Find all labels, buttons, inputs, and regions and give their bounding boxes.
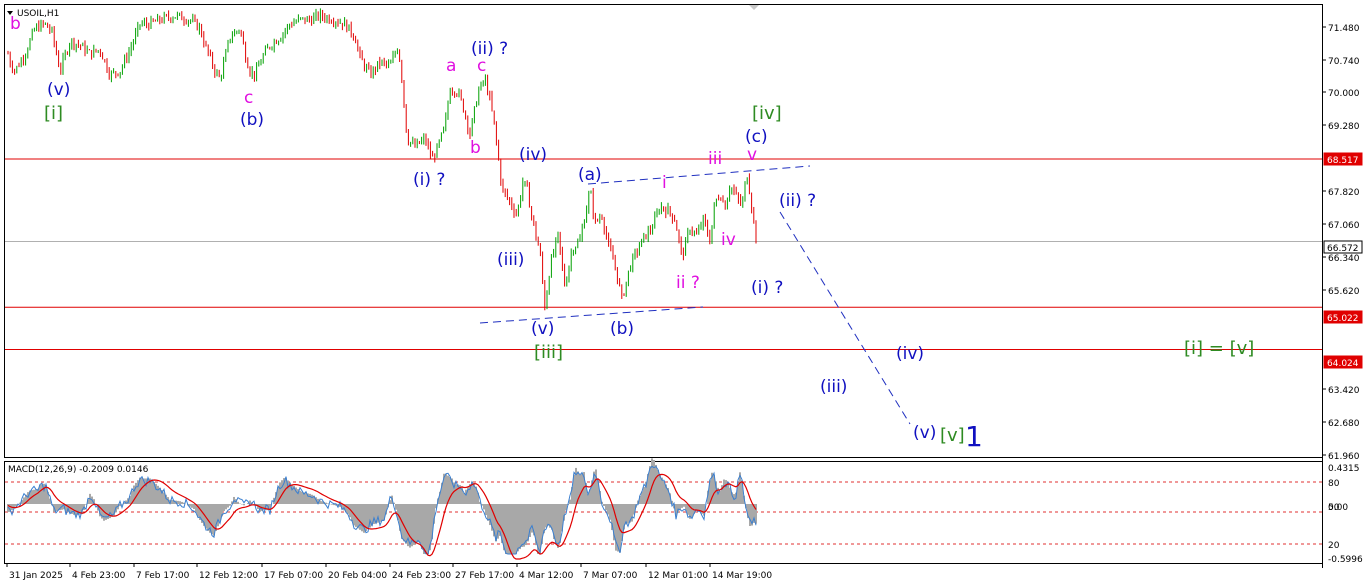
price-tick-label: 67.820 [1328, 188, 1360, 198]
wave-label: (ii) ? [779, 191, 816, 211]
time-tick-label: 7 Mar 07:00 [583, 571, 638, 581]
wave-label: [i] [44, 103, 63, 124]
macd-title: MACD(12,26,9) -0.2009 0.0146 [8, 465, 149, 475]
price-tag-label: 68.517 [1327, 156, 1359, 166]
time-tick-label: 4 Mar 12:00 [519, 571, 574, 581]
macd-tick-label: -0.5996 [1328, 555, 1363, 565]
symbol-label: USOIL,H1 [17, 9, 59, 19]
wave-label: iii [708, 149, 722, 169]
price-tick-label: 70.000 [1328, 89, 1360, 99]
macd-tick-label: 0.4315 [1328, 464, 1360, 474]
time-tick-label: 4 Feb 23:00 [72, 571, 126, 581]
time-tick-label: 31 Jan 2025 [9, 571, 63, 581]
wave-label: i [662, 173, 667, 193]
time-tick-label: 14 Mar 19:00 [712, 571, 772, 581]
price-tick-label: 65.620 [1328, 287, 1360, 297]
wave-label: [iv] [752, 103, 782, 124]
wave-label: (c) [745, 127, 768, 147]
wave-label: (i) ? [413, 170, 445, 190]
wave-label: (b) [240, 110, 264, 130]
wave-label: (b) [610, 319, 634, 339]
time-tick-label: 17 Feb 07:00 [264, 571, 323, 581]
time-tick-label: 24 Feb 23:00 [392, 571, 451, 581]
wave-label: (a) [578, 165, 602, 185]
price-tick-label: 67.060 [1328, 221, 1360, 231]
price-tag-label: 65.022 [1327, 314, 1359, 324]
price-tick-label: 61.960 [1328, 452, 1360, 462]
price-tick-label: 66.340 [1328, 254, 1360, 264]
time-tick-label: 7 Feb 17:00 [136, 571, 190, 581]
wave-label: v [747, 145, 757, 165]
wave-label: (v) [47, 80, 70, 100]
macd-tick-label: 20 [1328, 541, 1340, 551]
wave-label: c [477, 56, 486, 76]
time-tick-label: 12 Mar 01:00 [648, 571, 708, 581]
wave-label: (iii) [497, 250, 524, 270]
wave-label: [v] [940, 425, 965, 446]
price-tick-label: 62.680 [1328, 419, 1360, 429]
wave-label: (iv) [519, 145, 547, 165]
wave-label: (i) ? [751, 278, 783, 298]
wave-label: c [244, 88, 253, 108]
wave-label: (v) [913, 423, 936, 443]
wave-label: a [446, 56, 456, 76]
wave-label: (v) [531, 319, 554, 339]
wave-label: 1 [965, 420, 983, 453]
wave-label: ii ? [676, 273, 700, 293]
time-tick-label: 27 Feb 17:00 [455, 571, 514, 581]
wave-label: b [470, 138, 481, 158]
price-tick-label: 69.280 [1328, 122, 1360, 132]
wave-label: (iv) [896, 344, 924, 364]
time-axis: 31 Jan 2025 4 Feb 23:00 7 Feb 17:00 12 Feb … [6, 563, 772, 581]
price-tick-label: 70.740 [1328, 57, 1360, 67]
wave-label: [iii] [534, 342, 563, 363]
time-tick-label: 12 Feb 12:00 [199, 571, 258, 581]
macd-tick-label: 80 [1328, 479, 1340, 489]
macd-tick-label: 0.00 [1328, 503, 1348, 513]
time-tick-label: 20 Feb 04:00 [328, 571, 387, 581]
price-tag-label: 66.572 [1327, 244, 1359, 254]
price-tick-label: 71.480 [1328, 24, 1360, 34]
wave-label: (iii) [820, 377, 847, 397]
chart-canvas: b(v)[i]c(b)a(ii) ?cb(i) ?(iv)(iii)(v)[ii… [4, 4, 1363, 581]
wave-label: iv [721, 230, 736, 250]
price-tag-label: 64.024 [1327, 359, 1359, 369]
price-tick-label: 63.420 [1328, 386, 1360, 396]
main-panel-frame [4, 4, 1323, 458]
wave-label: [i] = [v] [1184, 338, 1254, 359]
price-axis: 71.480 70.740 70.000 69.280 68.517 67.820 67.0… [1322, 24, 1363, 462]
